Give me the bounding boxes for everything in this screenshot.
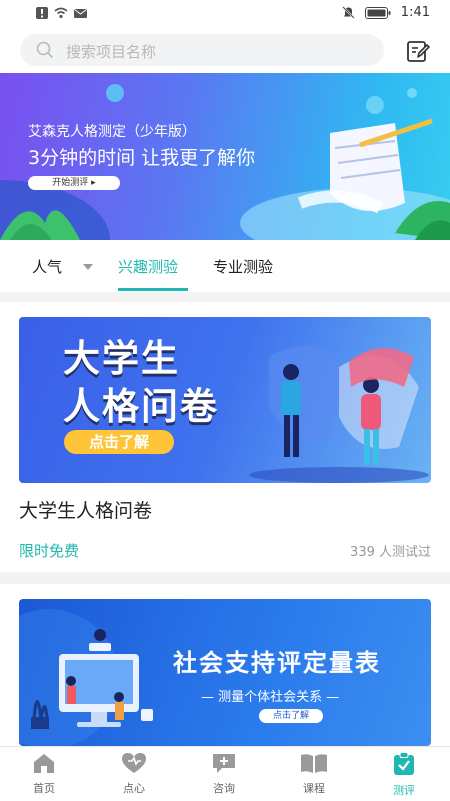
tab-interest[interactable]: 兴趣测验	[118, 256, 178, 277]
status-bar: 1:41	[0, 0, 450, 28]
card-thumbnail: 大学生 人格问卷 点击了解	[19, 317, 431, 483]
status-right: 1:41	[342, 5, 430, 20]
banner-subtitle: 艾森克人格测定（少年版）	[28, 124, 196, 140]
card-thumb-subtitle: — 测量个体社会关系 —	[201, 690, 340, 705]
promo-banner[interactable]: 艾森克人格测定（少年版） 3分钟的时间 让我更了解你 开始测评 ▸	[0, 73, 450, 240]
tab-active-indicator	[118, 288, 188, 291]
chevron-down-icon[interactable]	[83, 264, 93, 270]
status-time: 1:41	[400, 5, 430, 20]
nav-label: 点心	[123, 782, 145, 795]
category-tabs: 人气 兴趣测验 专业测验	[0, 240, 450, 292]
wifi-icon	[54, 7, 68, 19]
home-icon	[34, 754, 54, 773]
alert-icon	[36, 7, 48, 19]
card-thumb-title-line1: 大学生	[63, 337, 180, 380]
card-title: 大学生人格问卷	[19, 500, 153, 522]
card-thumb-title-line2: 人格问卷	[63, 385, 219, 428]
heart-icon	[122, 753, 146, 773]
list-item[interactable]: 大学生 人格问卷 点击了解 大学生人格问卷 限时免费 339 人测试过	[0, 302, 450, 572]
banner-start-button[interactable]: 开始测评 ▸	[28, 176, 120, 190]
banner-title: 3分钟的时间 让我更了解你	[28, 147, 256, 169]
mute-icon	[342, 6, 355, 19]
nav-item-heart[interactable]: 点心	[104, 752, 164, 796]
tab-professional[interactable]: 专业测验	[213, 256, 273, 277]
nav-item-home[interactable]: 首页	[14, 752, 74, 796]
search-bar: 搜索项目名称	[0, 28, 450, 73]
nav-label: 咨询	[213, 782, 235, 795]
bottom-nav: 首页 点心 咨询 课程 测评	[0, 746, 450, 801]
price-badge: 限时免费	[19, 542, 80, 560]
card-thumb-button[interactable]: 点击了解	[64, 430, 174, 454]
search-icon	[36, 41, 54, 59]
clipboard-check-icon	[394, 752, 414, 775]
card-thumbnail: 社会支持评定量表 — 测量个体社会关系 — 点击了解	[19, 599, 431, 746]
book-icon	[301, 754, 327, 773]
nav-label: 首页	[33, 782, 55, 795]
nav-label: 测评	[393, 784, 415, 797]
nav-item-consult[interactable]: 咨询	[194, 752, 254, 796]
chat-plus-icon	[213, 754, 235, 773]
test-count: 339 人测试过	[350, 545, 431, 560]
search-input[interactable]: 搜索项目名称	[20, 34, 384, 66]
nav-item-assessment[interactable]: 测评	[374, 752, 434, 798]
card-thumb-title: 社会支持评定量表	[173, 649, 381, 677]
battery-icon	[364, 6, 391, 19]
tab-popular[interactable]: 人气	[32, 256, 62, 277]
search-placeholder: 搜索项目名称	[66, 43, 157, 61]
list-item[interactable]: 社会支持评定量表 — 测量个体社会关系 — 点击了解	[0, 584, 450, 746]
card-thumb-title: 大学生 人格问卷	[63, 335, 219, 431]
mail-icon	[74, 8, 87, 18]
status-left-icons	[36, 7, 87, 19]
nav-item-course[interactable]: 课程	[284, 752, 344, 796]
nav-label: 课程	[303, 782, 325, 795]
card-thumb-button[interactable]: 点击了解	[259, 709, 323, 723]
edit-icon[interactable]	[406, 39, 430, 63]
